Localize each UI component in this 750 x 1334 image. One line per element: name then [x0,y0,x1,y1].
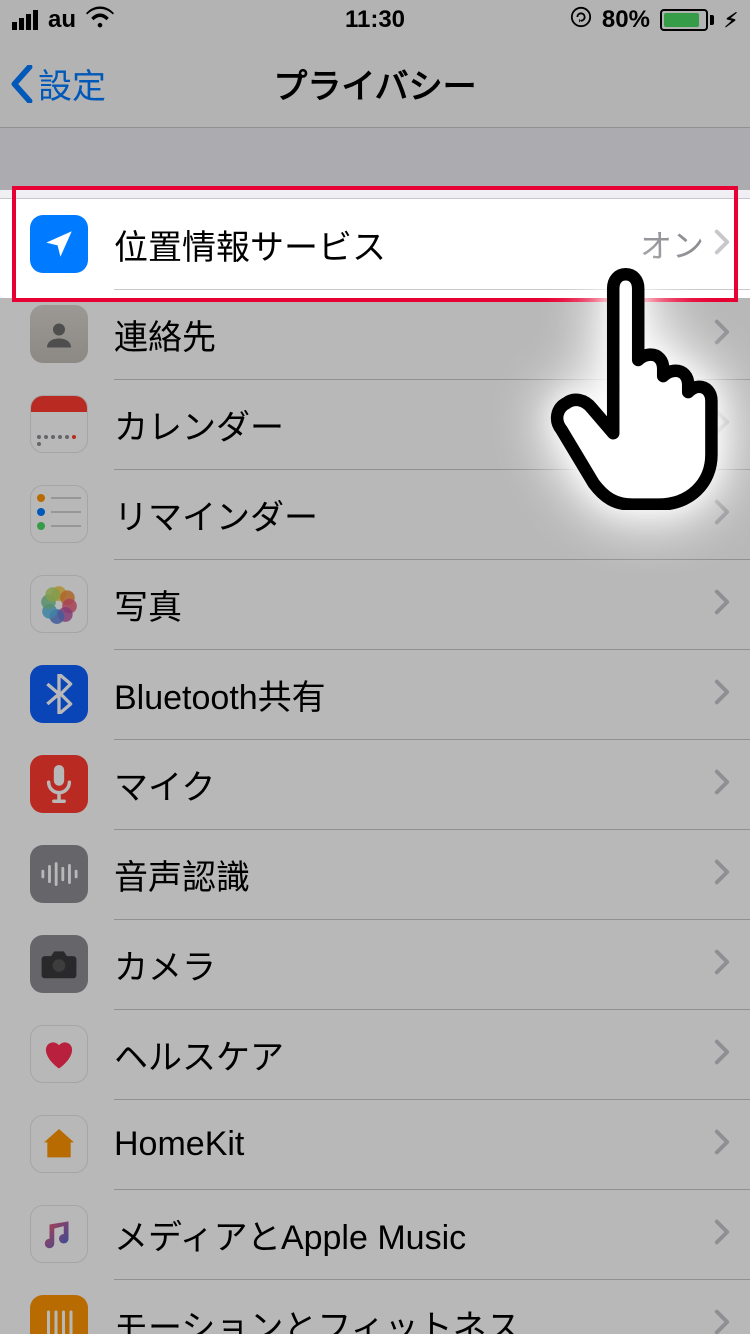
row-label: マイク [114,760,714,809]
chevron-right-icon [714,229,730,260]
row-health[interactable]: ヘルスケア [0,1009,750,1099]
home-icon [30,1115,88,1173]
carrier-label: au [48,6,76,34]
status-time: 11:30 [345,6,405,34]
chevron-right-icon [714,589,730,620]
row-label: Bluetooth共有 [114,670,714,719]
settings-list: 位置情報サービス オン 連絡先 カレンダー [0,198,750,1334]
microphone-icon [30,755,88,813]
row-reminders[interactable]: リマインダー [0,469,750,559]
reminders-icon [30,485,88,543]
waveform-icon [30,845,88,903]
row-contacts[interactable]: 連絡先 [0,289,750,379]
chevron-right-icon [714,499,730,530]
chevron-left-icon [10,65,34,103]
cellular-signal-icon [12,10,38,30]
motion-icon [30,1295,88,1334]
contacts-icon [30,305,88,363]
chevron-right-icon [714,859,730,890]
row-speech-recognition[interactable]: 音声認識 [0,829,750,919]
music-icon [30,1205,88,1263]
photos-icon [30,575,88,633]
battery-pct: 80% [602,6,650,34]
calendar-icon [30,395,88,453]
row-motion-fitness[interactable]: モーションとフィットネス [0,1279,750,1334]
row-label: カメラ [114,940,714,989]
chevron-right-icon [714,1309,730,1334]
camera-icon [30,935,88,993]
chevron-right-icon [714,319,730,350]
heart-icon [30,1025,88,1083]
row-location-services[interactable]: 位置情報サービス オン [0,199,750,289]
chevron-right-icon [714,769,730,800]
row-bluetooth-sharing[interactable]: Bluetooth共有 [0,649,750,739]
row-camera[interactable]: カメラ [0,919,750,1009]
row-label: リマインダー [114,490,714,539]
row-homekit[interactable]: HomeKit [0,1099,750,1189]
chevron-right-icon [714,1129,730,1160]
row-label: 写真 [114,580,714,629]
back-label: 設定 [38,59,106,108]
chevron-right-icon [714,409,730,440]
status-left: au [12,6,114,35]
row-calendar[interactable]: カレンダー [0,379,750,469]
status-right: 80% ⚡︎ [570,6,738,35]
row-label: 音声認識 [114,850,714,899]
nav-bar: 設定 プライバシー [0,40,750,128]
row-photos[interactable]: 写真 [0,559,750,649]
row-label: 連絡先 [114,310,714,359]
charging-icon: ⚡︎ [724,8,738,33]
row-label: 位置情報サービス [114,220,640,269]
chevron-right-icon [714,1039,730,1070]
location-icon [30,215,88,273]
chevron-right-icon [714,949,730,980]
back-button[interactable]: 設定 [0,59,106,108]
row-label: カレンダー [114,400,714,449]
group-spacer [0,128,750,198]
chevron-right-icon [714,1219,730,1250]
wifi-icon [86,6,114,35]
row-media-apple-music[interactable]: メディアとApple Music [0,1189,750,1279]
row-label: メディアとApple Music [114,1210,714,1259]
row-label: モーションとフィットネス [114,1300,714,1334]
row-label: ヘルスケア [114,1030,714,1079]
battery-icon [660,9,714,31]
row-label: HomeKit [114,1125,714,1164]
row-microphone[interactable]: マイク [0,739,750,829]
row-value: オン [640,221,704,267]
status-bar: au 11:30 80% ⚡︎ [0,0,750,40]
rotation-lock-icon [570,6,592,35]
page-title: プライバシー [273,59,476,108]
chevron-right-icon [714,679,730,710]
bluetooth-icon [30,665,88,723]
